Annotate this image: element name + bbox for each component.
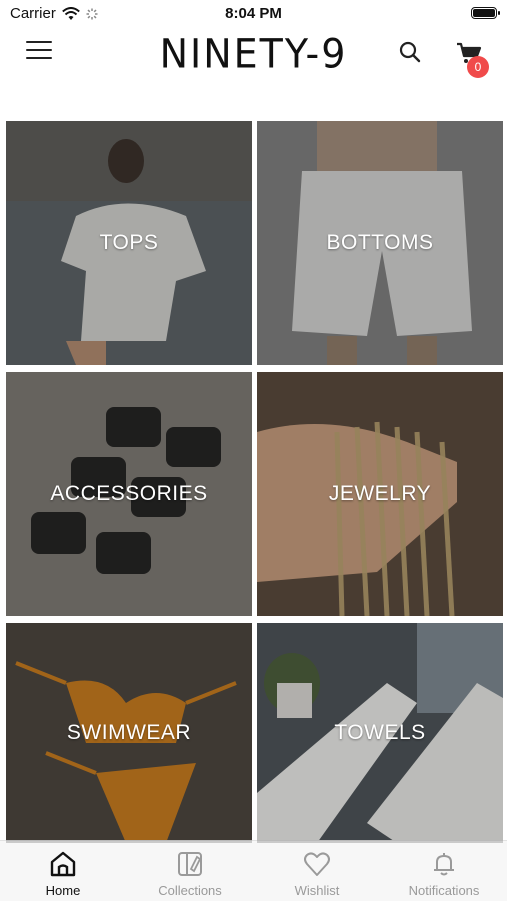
tab-collections[interactable]: Collections xyxy=(127,841,253,901)
category-tile-towels[interactable]: TOWELS xyxy=(257,623,503,843)
tab-label: Home xyxy=(45,883,81,898)
category-tile-accessories[interactable]: ACCESSORIES xyxy=(6,372,252,616)
category-label: ACCESSORIES xyxy=(50,482,208,505)
tab-home[interactable]: Home xyxy=(0,841,126,901)
collections-icon xyxy=(178,852,202,876)
bell-icon xyxy=(434,853,454,876)
cart-count-badge: 0 xyxy=(467,56,489,78)
category-label: JEWELRY xyxy=(328,482,432,505)
tab-label: Collections xyxy=(158,883,222,898)
tab-notifications[interactable]: Notifications xyxy=(381,841,507,901)
battery-icon xyxy=(471,7,500,19)
category-tile-bottoms[interactable]: BOTTOMS xyxy=(257,121,503,365)
tab-wishlist[interactable]: Wishlist xyxy=(254,841,380,901)
brand-logo[interactable]: NINETY-9 xyxy=(0,31,507,77)
bottom-tab-bar: Home Collections Wishlist Notifications xyxy=(0,840,507,901)
category-tile-tops[interactable]: TOPS xyxy=(6,121,252,365)
home-icon xyxy=(50,851,76,877)
status-bar: Carrier 8:04 PM xyxy=(0,0,507,28)
search-icon[interactable] xyxy=(398,40,422,64)
category-label: TOPS xyxy=(99,231,159,254)
status-time: 8:04 PM xyxy=(225,5,282,22)
app-header: NINETY-9 0 xyxy=(0,28,507,80)
category-tile-swimwear[interactable]: SWIMWEAR xyxy=(6,623,252,843)
category-label: TOWELS xyxy=(334,721,426,744)
category-label: SWIMWEAR xyxy=(66,721,192,744)
tab-label: Wishlist xyxy=(294,883,340,898)
tab-label: Notifications xyxy=(408,883,480,898)
heart-icon xyxy=(304,852,330,876)
category-label: BOTTOMS xyxy=(326,231,434,254)
category-tile-jewelry[interactable]: JEWELRY xyxy=(257,372,503,616)
